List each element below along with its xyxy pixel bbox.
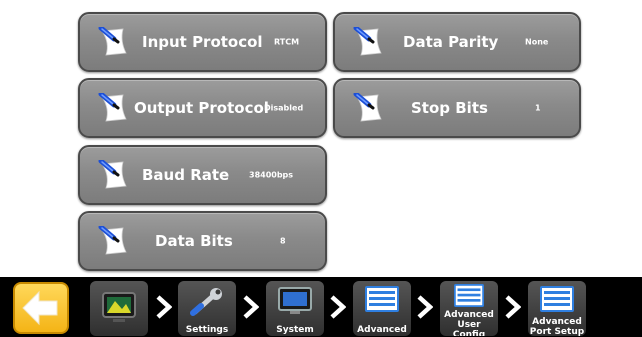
stop-bits-button[interactable]: Stop Bits 1 bbox=[333, 78, 581, 138]
wrench-icon bbox=[190, 288, 222, 316]
chevron-right-icon bbox=[417, 295, 433, 319]
edit-pencil-icon bbox=[98, 93, 130, 123]
data-parity-button[interactable]: Data Parity None bbox=[333, 12, 581, 72]
breadcrumb-system-label: System bbox=[276, 325, 314, 335]
chevron-right-icon bbox=[156, 295, 172, 319]
breadcrumb-settings-label: Settings bbox=[185, 325, 229, 335]
list-icon bbox=[454, 284, 484, 307]
output-protocol-label: Output Protocol bbox=[134, 99, 269, 117]
chevron-right-icon bbox=[505, 295, 521, 319]
breadcrumb-advanced-port-setup-label: Advanced Port Setup bbox=[529, 317, 585, 336]
breadcrumb-advanced-port-setup[interactable]: Advanced Port Setup bbox=[528, 281, 586, 336]
edit-pencil-icon bbox=[353, 93, 385, 123]
breadcrumb-home-display[interactable] bbox=[90, 281, 148, 336]
back-arrow-icon bbox=[22, 290, 58, 326]
breadcrumb-advanced-label: Advanced bbox=[357, 325, 407, 335]
chevron-right-icon bbox=[243, 295, 259, 319]
input-protocol-value: RTCM bbox=[274, 37, 300, 47]
stop-bits-value: 1 bbox=[535, 103, 541, 113]
data-bits-label: Data Bits bbox=[155, 232, 233, 250]
list-icon bbox=[365, 286, 399, 312]
baud-rate-value: 38400bps bbox=[249, 170, 294, 180]
data-parity-label: Data Parity bbox=[403, 33, 499, 51]
display-icon bbox=[102, 292, 136, 322]
chevron-right-icon bbox=[330, 295, 346, 319]
breadcrumb-advanced[interactable]: Advanced bbox=[353, 281, 411, 336]
breadcrumb-bar: Settings System Advanced Advanced User C… bbox=[0, 277, 642, 337]
edit-pencil-icon bbox=[98, 226, 130, 256]
input-protocol-label: Input Protocol bbox=[142, 33, 263, 51]
baud-rate-label: Baud Rate bbox=[142, 166, 230, 184]
edit-pencil-icon bbox=[98, 27, 130, 57]
stop-bits-label: Stop Bits bbox=[411, 99, 488, 117]
breadcrumb-settings[interactable]: Settings bbox=[178, 281, 236, 336]
data-bits-button[interactable]: Data Bits 8 bbox=[78, 211, 327, 271]
edit-pencil-icon bbox=[353, 27, 385, 57]
back-button[interactable] bbox=[13, 282, 69, 334]
breadcrumb-system[interactable]: System bbox=[266, 281, 324, 336]
breadcrumb-advanced-user-config-label: Advanced User Config bbox=[444, 310, 494, 336]
monitor-icon bbox=[278, 287, 312, 314]
data-parity-value: None bbox=[525, 37, 549, 47]
output-protocol-value: Disabled bbox=[264, 103, 304, 113]
list-icon bbox=[540, 286, 574, 312]
baud-rate-button[interactable]: Baud Rate 38400bps bbox=[78, 145, 327, 205]
output-protocol-button[interactable]: Output Protocol Disabled bbox=[78, 78, 327, 138]
data-bits-value: 8 bbox=[280, 236, 286, 246]
input-protocol-button[interactable]: Input Protocol RTCM bbox=[78, 12, 327, 72]
breadcrumb-advanced-user-config[interactable]: Advanced User Config bbox=[440, 281, 498, 336]
edit-pencil-icon bbox=[98, 160, 130, 190]
